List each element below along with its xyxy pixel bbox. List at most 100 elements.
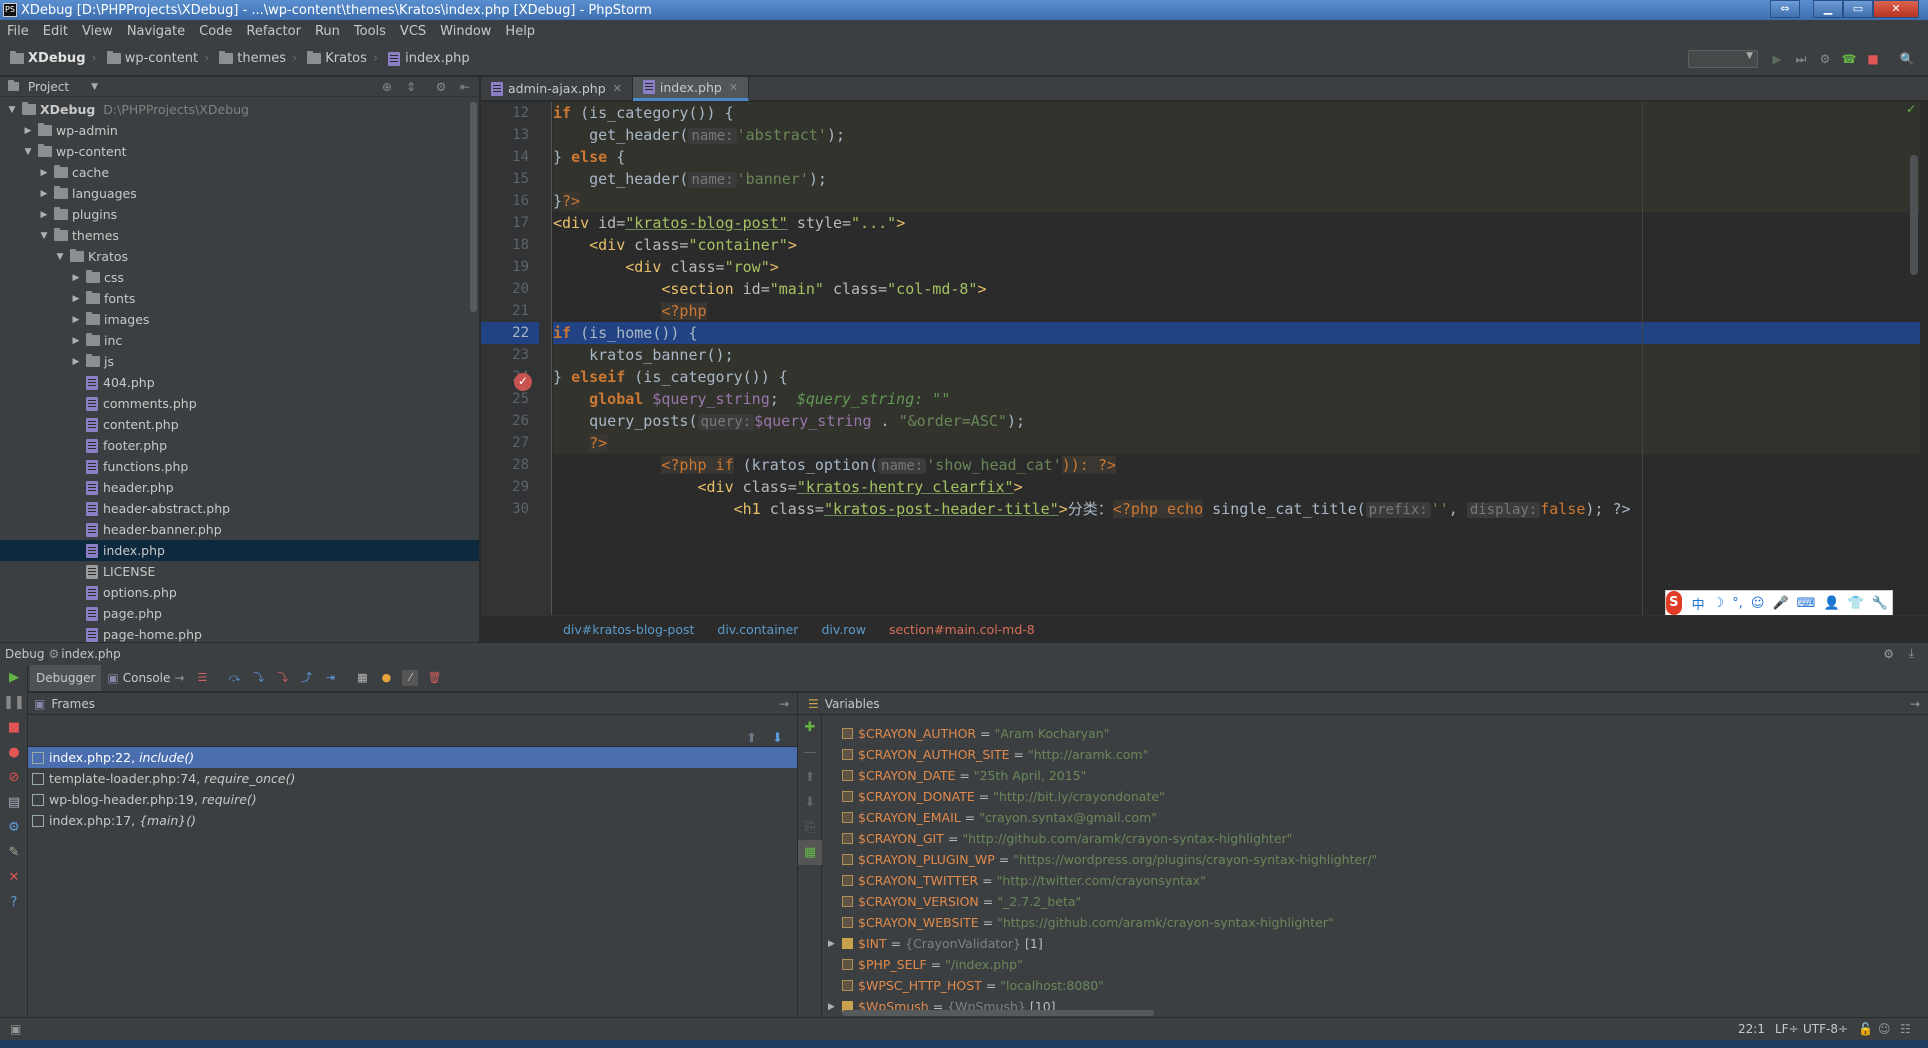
ime-moon-icon[interactable]: ☽ [1713,596,1725,611]
tree-item-kratos[interactable]: ▼ Kratos [0,246,479,267]
tree-item-index-php[interactable]: index.php [0,540,479,561]
variables-hscrollbar[interactable] [842,1010,1154,1016]
next-frame-icon[interactable]: ⬇ [772,731,783,746]
variable-row[interactable]: $CRAYON_EMAIL = "crayon.syntax@gmail.com" [828,807,1377,828]
menu-tools[interactable]: Tools [354,24,386,39]
code-editor[interactable]: if (is_category()) { get_header(name:'ab… [553,102,1920,615]
event-log-icon[interactable]: ☷ [1900,1022,1911,1036]
chevron-down-icon[interactable]: ▼ [54,252,66,262]
line-separator[interactable]: LF÷ [1775,1022,1799,1036]
variable-row[interactable]: $CRAYON_DONATE = "http://bit.ly/crayondona… [828,786,1377,807]
frame-row[interactable]: index.php:17, {main}() [28,810,797,831]
code-line-20[interactable]: <section id="main" class="col-md-8"> [553,278,1920,300]
hector-icon[interactable]: ☺ [1878,1022,1891,1036]
run-to-cursor-icon[interactable]: ⇥ [322,670,338,686]
tree-item-header-banner-php[interactable]: header-banner.php [0,519,479,540]
run-icon[interactable]: ▶ [1768,50,1786,68]
code-line-17[interactable]: <div id="kratos-blog-post" style="..."> [553,212,1920,234]
tree-item-404-php[interactable]: 404.php [0,372,479,393]
inspection-ok-icon[interactable]: ✓ [1906,102,1916,116]
menu-file[interactable]: File [7,24,29,39]
tab-index[interactable]: index.php ✕ [632,76,750,101]
line-number[interactable]: 27 [481,432,539,454]
expand-arrow-icon[interactable]: ▶ [828,939,842,949]
variable-row[interactable]: $CRAYON_AUTHOR = "Aram Kocharyan" [828,723,1377,744]
ime-user-icon[interactable]: 👤 [1823,596,1839,611]
code-line-23[interactable]: kratos_banner(); [553,344,1920,366]
tree-item-functions-php[interactable]: functions.php [0,456,479,477]
code-line-16[interactable]: }?> [553,190,1920,212]
code-line-29[interactable]: <div class="kratos-hentry clearfix"> [553,476,1920,498]
run-config-dropdown[interactable]: ▼ [1688,50,1758,68]
lock-icon[interactable]: 🔓 [1858,1022,1873,1036]
line-number[interactable]: 12 [481,102,539,124]
code-line-25[interactable]: global $query_string; $query_string: "" [553,388,1920,410]
line-number[interactable]: 25 [481,388,539,410]
breadcrumb-kratos-blog-post[interactable]: div#kratos-blog-post [563,622,694,637]
chevron-down-icon[interactable]: ▼ [22,147,34,157]
breakpoint-icon[interactable]: ✓ [514,373,532,391]
chevron-right-icon[interactable]: ▶ [70,273,82,283]
line-number[interactable]: 21 [481,300,539,322]
menu-window[interactable]: Window [440,24,491,39]
breadcrumb-row[interactable]: div.row [821,622,866,637]
chevron-right-icon[interactable]: ▶ [70,315,82,325]
help-icon[interactable]: ? [0,890,28,915]
nav-crumb-themes[interactable]: themes › [219,51,297,66]
project-panel-title[interactable]: Project [28,80,69,94]
variable-row[interactable]: $CRAYON_PLUGIN_WP = "https://wordpress.org… [828,849,1377,870]
frames-options-icon[interactable]: → [779,697,789,711]
code-line-18[interactable]: <div class="container"> [553,234,1920,256]
menu-run[interactable]: Run [315,24,340,39]
gear-icon[interactable]: ⚙ [432,78,450,96]
line-number[interactable]: 19 [481,256,539,278]
variable-row[interactable]: $WPSC_HTTP_HOST = "localhost:8080" [828,975,1377,996]
resume-icon[interactable]: ▶ [0,665,28,690]
maximize-button[interactable]: ▭ [1843,0,1873,18]
code-line-30[interactable]: <h1 class="kratos-post-header-title">分类：… [553,498,1920,520]
tree-item-js[interactable]: ▶ js [0,351,479,372]
close-window-button[interactable]: ✕ [1873,0,1919,18]
line-number[interactable]: 30 [481,498,539,520]
chevron-right-icon[interactable]: ▶ [22,126,34,136]
caret-position[interactable]: 22:1 [1738,1022,1765,1036]
tree-item-fonts[interactable]: ▶ fonts [0,288,479,309]
code-line-26[interactable]: query_posts(query: $query_string . "&orde… [553,410,1920,432]
chevron-right-icon[interactable]: ▶ [70,336,82,346]
menu-view[interactable]: View [82,24,113,39]
tree-item-languages[interactable]: ▶ languages [0,183,479,204]
gear-icon[interactable]: ⚙ [1883,647,1894,661]
step-out-icon[interactable]: ⤴ [298,670,314,686]
code-line-15[interactable]: get_header(name:'banner'); [553,168,1920,190]
frame-row[interactable]: template-loader.php:74, require_once() [28,768,797,789]
tab-admin-ajax[interactable]: admin-ajax.php ✕ [481,76,633,101]
menu-help[interactable]: Help [505,24,535,39]
debug-run-icon[interactable]: ⏭ [1792,50,1810,68]
prev-frame-icon[interactable]: ⬆ [746,731,757,746]
tree-item-header-php[interactable]: header.php [0,477,479,498]
nav-crumb-kratos[interactable]: Kratos › [307,51,378,66]
watch-icon[interactable]: ● [378,670,394,686]
variable-row[interactable]: $CRAYON_AUTHOR_SITE = "http://aramk.com" [828,744,1377,765]
code-line-22-execution-point[interactable]: if (is_home()) { [553,322,1920,344]
menu-vcs[interactable]: VCS [400,24,426,39]
ime-language-icon[interactable]: 中 [1692,594,1705,613]
breadcrumb-container[interactable]: div.container [717,622,798,637]
chevron-down-icon[interactable]: ▼ [91,82,98,92]
line-number[interactable]: 16 [481,190,539,212]
code-line-19[interactable]: <div class="row"> [553,256,1920,278]
code-line-24[interactable]: } elseif (is_category()) { [553,366,1920,388]
settings-icon[interactable]: ⚙ [0,815,28,840]
close-debug-icon[interactable]: ✕ [0,865,28,890]
show-watches-icon[interactable]: ▦ [798,840,822,865]
tree-item-comments-php[interactable]: comments.php [0,393,479,414]
mute-breakpoints-icon[interactable]: ⊘ [0,765,28,790]
line-number[interactable]: 28 [481,454,539,476]
step-over-icon[interactable]: ⤼ [226,670,242,686]
hide-panel-icon[interactable]: ⇤ [456,78,474,96]
tree-item-options-php[interactable]: options.php [0,582,479,603]
code-line-21[interactable]: <?php [553,300,1920,322]
code-line-14[interactable]: } else { [553,146,1920,168]
code-line-12[interactable]: if (is_category()) { [553,102,1920,124]
tree-item-header-abstract-php[interactable]: header-abstract.php [0,498,479,519]
